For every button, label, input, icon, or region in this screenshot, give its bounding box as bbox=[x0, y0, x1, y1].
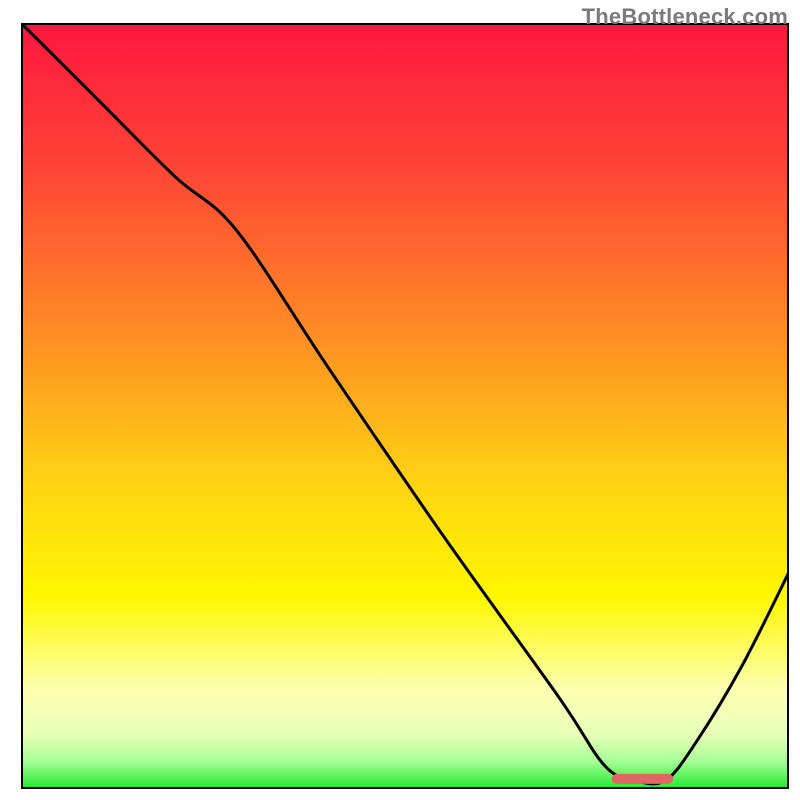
bottleneck-chart bbox=[0, 0, 800, 800]
chart-container: TheBottleneck.com bbox=[0, 0, 800, 800]
optimal-marker bbox=[612, 774, 673, 784]
watermark-text: TheBottleneck.com bbox=[582, 4, 788, 30]
